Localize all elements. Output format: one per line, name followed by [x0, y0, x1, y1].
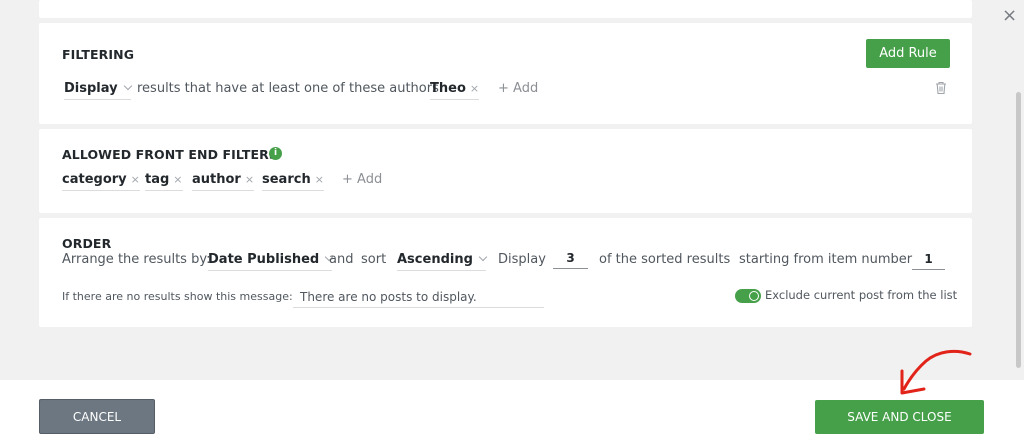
chevron-down-icon	[123, 81, 132, 91]
info-icon[interactable]: i	[269, 147, 282, 160]
display-label: Display	[498, 252, 546, 267]
no-results-message-input[interactable]: There are no posts to display.	[293, 288, 544, 308]
filter-token-tag[interactable]: tag ×	[145, 172, 183, 191]
filter-token-label: search	[262, 172, 311, 187]
filtering-panel: FILTERING Add Rule Display results that …	[39, 23, 972, 124]
add-author-link[interactable]: + Add	[498, 81, 538, 96]
filter-token-category[interactable]: category ×	[62, 172, 140, 191]
annotation-arrow-icon	[900, 349, 972, 395]
and-label: and	[329, 252, 354, 267]
scrollbar[interactable]	[1016, 92, 1021, 368]
chevron-down-icon	[478, 252, 488, 262]
arrange-label: Arrange the results by:	[62, 252, 211, 267]
close-icon[interactable]: ×	[1002, 5, 1017, 26]
remove-icon[interactable]: ×	[470, 82, 479, 95]
display-select-value: Display	[64, 81, 118, 96]
author-token[interactable]: Theo ×	[430, 81, 480, 100]
cancel-button[interactable]: CANCEL	[39, 399, 155, 434]
allowed-filters-panel: ALLOWED FRONT END FILTERS i category × ta…	[39, 129, 972, 213]
remove-icon[interactable]: ×	[245, 173, 254, 186]
sort-direction-value: Ascending	[397, 252, 473, 267]
rule-text: results that have at least one of these …	[137, 81, 439, 96]
order-by-select[interactable]: Date Published	[208, 252, 334, 271]
sort-label: sort	[361, 252, 387, 267]
trash-icon[interactable]	[935, 81, 947, 95]
display-count-input[interactable]: 3	[553, 251, 588, 269]
remove-icon[interactable]: ×	[315, 173, 324, 186]
exclude-current-post-toggle[interactable]: ✓	[735, 289, 761, 303]
order-heading: ORDER	[62, 236, 112, 251]
remove-icon[interactable]: ×	[173, 173, 182, 186]
save-and-close-button[interactable]: SAVE AND CLOSE	[815, 400, 984, 434]
filtering-heading: FILTERING	[62, 47, 135, 62]
order-panel: ORDER Arrange the results by: Date Publi…	[39, 218, 972, 327]
filter-token-author[interactable]: author ×	[192, 172, 255, 191]
panel-previous	[39, 0, 972, 18]
add-rule-button[interactable]: Add Rule	[866, 39, 950, 68]
order-by-value: Date Published	[208, 252, 320, 267]
exclude-current-post-label: Exclude current post from the list	[765, 288, 958, 302]
start-item-input[interactable]: 1	[912, 252, 945, 270]
filter-token-label: tag	[145, 172, 170, 187]
sorted-results-label: of the sorted results	[599, 252, 731, 267]
sort-direction-select[interactable]: Ascending	[397, 252, 488, 271]
starting-item-label: starting from item number	[739, 252, 913, 267]
author-token-label: Theo	[430, 81, 466, 96]
filter-token-search[interactable]: search ×	[262, 172, 324, 191]
filter-token-label: author	[192, 172, 241, 187]
add-filter-link[interactable]: + Add	[342, 172, 382, 187]
check-icon: ✓	[749, 290, 758, 301]
allowed-filters-heading: ALLOWED FRONT END FILTERS	[62, 147, 278, 162]
remove-icon[interactable]: ×	[131, 173, 140, 186]
modal-body: FILTERING Add Rule Display results that …	[0, 0, 1024, 380]
display-select[interactable]: Display	[64, 81, 132, 100]
no-results-label: If there are no results show this messag…	[62, 290, 293, 303]
modal-footer: CANCEL SAVE AND CLOSE	[0, 380, 1024, 448]
filter-token-label: category	[62, 172, 127, 187]
